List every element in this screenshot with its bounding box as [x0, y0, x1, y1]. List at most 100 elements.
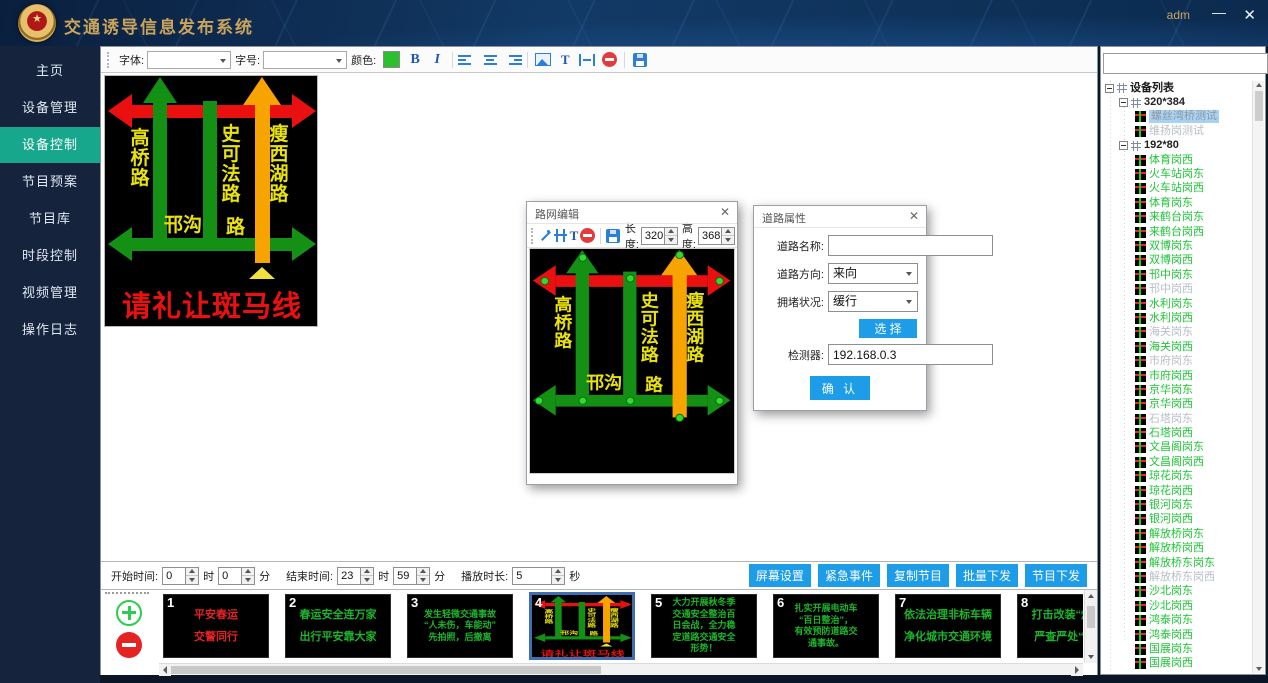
end-hour-input[interactable]: [337, 567, 361, 585]
program-thumbnail-6[interactable]: 扎实开展电动车 “百日整治”， 有效预防道路交 通事故。6: [773, 594, 879, 658]
tree-group[interactable]: 320*384: [1103, 95, 1253, 109]
device-item[interactable]: 鸿泰岗东: [1103, 613, 1253, 627]
program-thumbnail-4[interactable]: 高 桥 路史 可 法 路瘦 西 湖 路邗沟路请礼让斑马线4: [529, 592, 635, 660]
device-item[interactable]: 螺丝湾桥测试: [1103, 110, 1253, 124]
device-item[interactable]: 火车站岗东: [1103, 167, 1253, 181]
end-minute-input[interactable]: [393, 567, 417, 585]
device-item[interactable]: 体育岗西: [1103, 153, 1253, 167]
road-name-field[interactable]: [828, 235, 993, 256]
close-icon[interactable]: ✕: [720, 205, 730, 219]
action-button[interactable]: 屏幕设置: [749, 564, 811, 587]
font-family-select[interactable]: [147, 51, 231, 69]
spin-up-icon[interactable]: [242, 568, 254, 576]
scrollbar-thumb[interactable]: [1255, 91, 1263, 121]
device-item[interactable]: 市府岗西: [1103, 369, 1253, 383]
device-item[interactable]: 石塔岗东: [1103, 412, 1253, 426]
edit-handle[interactable]: [675, 413, 684, 421]
edit-handle[interactable]: [626, 274, 635, 282]
spin-down-icon[interactable]: [665, 235, 677, 244]
scroll-right-icon[interactable]: [1071, 664, 1083, 676]
device-item[interactable]: 来鹤台岗东: [1103, 211, 1253, 225]
start-minute-input[interactable]: [218, 567, 242, 585]
save-button[interactable]: [630, 50, 650, 70]
insert-text-button[interactable]: T: [555, 50, 575, 70]
select-button[interactable]: 选 择: [859, 319, 917, 338]
duration-input[interactable]: [512, 567, 552, 585]
save-tool-button[interactable]: [606, 227, 620, 245]
device-item[interactable]: 文昌阁岗西: [1103, 455, 1253, 469]
detector-field[interactable]: [828, 344, 993, 365]
spin-down-icon[interactable]: [552, 575, 564, 584]
device-item[interactable]: 京华岗东: [1103, 383, 1253, 397]
road-tool-button[interactable]: [554, 227, 568, 245]
device-item[interactable]: 海关岗西: [1103, 340, 1253, 354]
height-input[interactable]: [698, 227, 722, 245]
bold-button[interactable]: B: [405, 50, 425, 70]
device-item[interactable]: 双博岗西: [1103, 254, 1253, 268]
scroll-up-icon[interactable]: [1256, 83, 1262, 87]
height-field[interactable]: [698, 227, 735, 245]
device-item[interactable]: 文昌阁岗东: [1103, 441, 1253, 455]
spin-down-icon[interactable]: [361, 575, 373, 584]
start-hour-field[interactable]: [162, 567, 199, 585]
editor-canvas[interactable]: 高 桥 路史 可 法 路瘦 西 湖 路邗沟路: [529, 248, 735, 474]
scroll-up-icon[interactable]: [1085, 590, 1097, 602]
program-thumbnail-3[interactable]: 发生轻微交通事故 “人未伤，车能动” 先拍照，后撤离3: [407, 594, 513, 658]
scroll-down-icon[interactable]: [1256, 667, 1262, 671]
device-item[interactable]: 沙北岗东: [1103, 585, 1253, 599]
device-item[interactable]: 银河岗西: [1103, 513, 1253, 527]
device-item[interactable]: 来鹤台岗西: [1103, 225, 1253, 239]
color-swatch[interactable]: [383, 51, 400, 68]
device-item[interactable]: 水利岗西: [1103, 311, 1253, 325]
fit-width-button[interactable]: [577, 50, 597, 70]
scroll-down-icon[interactable]: [1085, 651, 1097, 663]
device-item[interactable]: 银河岗东: [1103, 498, 1253, 512]
tree-scrollbar[interactable]: [1252, 81, 1264, 673]
tree-group[interactable]: 192*80: [1103, 139, 1253, 153]
device-item[interactable]: 维扬岗测试: [1103, 124, 1253, 138]
scroll-left-icon[interactable]: [159, 664, 171, 676]
collapse-icon[interactable]: [1119, 141, 1128, 150]
end-minute-field[interactable]: [393, 567, 430, 585]
align-left-button[interactable]: [458, 50, 478, 70]
align-center-button[interactable]: [480, 50, 500, 70]
device-item[interactable]: 火车站岗西: [1103, 182, 1253, 196]
length-field[interactable]: [641, 227, 678, 245]
road-direction-select[interactable]: 来向: [828, 263, 918, 284]
delete-tool-button[interactable]: [580, 227, 595, 245]
device-item[interactable]: 解放桥东岗西: [1103, 570, 1253, 584]
delete-button[interactable]: [599, 50, 619, 70]
program-thumbnail-1[interactable]: 平安春运 交警同行1: [163, 594, 269, 658]
device-item[interactable]: 沙北岗西: [1103, 599, 1253, 613]
edit-handle[interactable]: [534, 396, 543, 404]
congestion-select[interactable]: 缓行: [828, 291, 918, 312]
device-item[interactable]: 解放桥岗西: [1103, 542, 1253, 556]
sidebar-item-主页[interactable]: 主页: [0, 53, 100, 89]
sidebar-item-时段控制[interactable]: 时段控制: [0, 238, 100, 274]
start-minute-field[interactable]: [218, 567, 255, 585]
program-thumbnail-2[interactable]: 春运安全连万家 出行平安靠大家2: [285, 594, 391, 658]
action-button[interactable]: 复制节目: [887, 564, 949, 587]
toolbar-grip[interactable]: [107, 52, 110, 68]
horizontal-scrollbar[interactable]: [159, 663, 1083, 675]
spin-down-icon[interactable]: [242, 575, 254, 584]
edit-handle[interactable]: [578, 396, 587, 404]
text-tool-button[interactable]: T: [570, 227, 579, 245]
device-item[interactable]: 京华岗西: [1103, 398, 1253, 412]
device-item[interactable]: 市府岗东: [1103, 354, 1253, 368]
sidebar-item-设备控制[interactable]: 设备控制: [0, 127, 100, 163]
device-search-input[interactable]: [1103, 53, 1268, 74]
device-item[interactable]: 石塔岗西: [1103, 426, 1253, 440]
edit-handle[interactable]: [626, 396, 635, 404]
remove-program-button[interactable]: [116, 632, 142, 658]
action-button[interactable]: 节目下发: [1025, 564, 1087, 587]
spin-up-icon[interactable]: [665, 228, 677, 236]
line-tool-button[interactable]: [540, 227, 552, 245]
spin-down-icon[interactable]: [417, 575, 429, 584]
confirm-button[interactable]: 确 认: [810, 376, 870, 400]
program-thumbnail-5[interactable]: 大力开展秋冬季 交通安全整治百 日会战，全力稳 定道路交通安全 形势！5: [651, 594, 757, 658]
program-thumbnail-8[interactable]: 打击改装“炸街” 严查严处“机动8: [1017, 594, 1083, 658]
device-item[interactable]: 琼花岗西: [1103, 484, 1253, 498]
collapse-icon[interactable]: [1119, 98, 1128, 107]
edit-handle[interactable]: [675, 250, 684, 258]
